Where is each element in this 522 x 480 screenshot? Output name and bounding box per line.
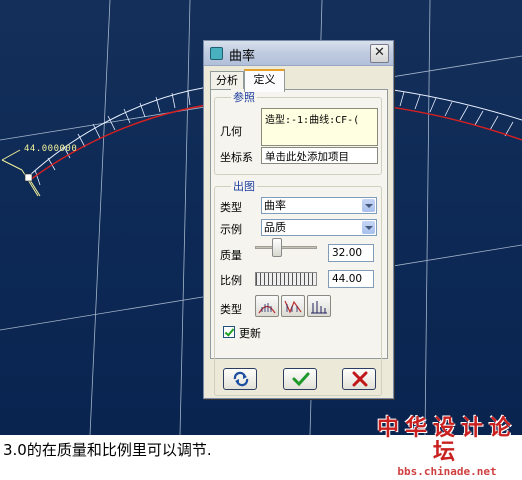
tab-define[interactable]: 定义: [244, 69, 285, 92]
comb-bars-icon: [311, 301, 327, 314]
type-dropdown[interactable]: 曲率: [261, 197, 377, 214]
refresh-icon: [233, 371, 249, 387]
comb-dual-button[interactable]: [281, 295, 305, 317]
check-icon: [292, 372, 310, 387]
define-panel: 参照 几何 造型:-1:曲线:CF-( 坐标系 单击此处添加项目 出图 类型 曲…: [210, 89, 388, 396]
ratio-label: 比例: [220, 274, 242, 287]
ratio-slider[interactable]: [255, 272, 317, 286]
type-value: 曲率: [264, 199, 286, 212]
comb-curve-icon: [258, 303, 276, 314]
preview-button[interactable]: [223, 368, 257, 390]
dimension-value: 44.000000: [24, 144, 78, 154]
csys-label: 坐标系: [220, 151, 253, 164]
chevron-down-icon: [362, 221, 375, 234]
comb-bars-button[interactable]: [307, 295, 331, 317]
geometry-value: 造型:-1:曲线:CF-(: [265, 115, 360, 126]
example-dropdown[interactable]: 品质: [261, 219, 377, 236]
csys-collector[interactable]: 单击此处添加项目: [261, 147, 378, 164]
comb-dual-icon: [284, 300, 302, 314]
ok-button[interactable]: [283, 368, 317, 390]
plot-legend: 出图: [231, 178, 257, 194]
x-icon: [352, 371, 368, 387]
watermark-url: bbs.chinade.net: [397, 465, 497, 478]
quality-slider-thumb[interactable]: [272, 238, 282, 257]
dimension-leader: [1, 149, 41, 197]
dialog-title: 曲率: [229, 49, 256, 64]
example-value: 品质: [264, 221, 286, 234]
close-icon: ✕: [374, 45, 385, 60]
example-label: 示例: [220, 223, 242, 236]
curve-start-point[interactable]: [24, 173, 33, 182]
tab-analysis[interactable]: 分析: [210, 71, 244, 90]
geometry-label: 几何: [220, 125, 242, 138]
type-label: 类型: [220, 201, 242, 214]
dialog-titlebar[interactable]: 曲率 ✕: [204, 41, 393, 66]
watermark: 中华设计论坛 bbs.chinade.net: [376, 416, 518, 478]
cancel-button[interactable]: [342, 368, 376, 390]
update-checkbox[interactable]: [223, 326, 235, 338]
update-label: 更新: [239, 327, 261, 340]
quality-label: 质量: [220, 249, 242, 262]
app-icon: [210, 47, 223, 60]
style-label: 类型: [220, 303, 242, 316]
watermark-name: 中华设计论坛: [376, 415, 517, 465]
quality-slider-rail: [255, 246, 317, 249]
comb-style-button[interactable]: [255, 295, 279, 317]
plot-group: 出图: [214, 178, 382, 396]
ratio-input[interactable]: 44.00: [328, 270, 374, 288]
quality-input[interactable]: 32.00: [328, 244, 374, 262]
chevron-down-icon: [362, 199, 375, 212]
curvature-dialog: 曲率 ✕ 分析 定义 参照 几何 造型:-1:曲线:CF-( 坐标系 单击此处添…: [203, 40, 394, 399]
caption-text: 3.0的在质量和比例里可以调节.: [3, 441, 212, 459]
quality-slider[interactable]: [255, 237, 317, 257]
geometry-collector[interactable]: 造型:-1:曲线:CF-(: [261, 108, 378, 146]
close-button[interactable]: ✕: [370, 44, 389, 63]
